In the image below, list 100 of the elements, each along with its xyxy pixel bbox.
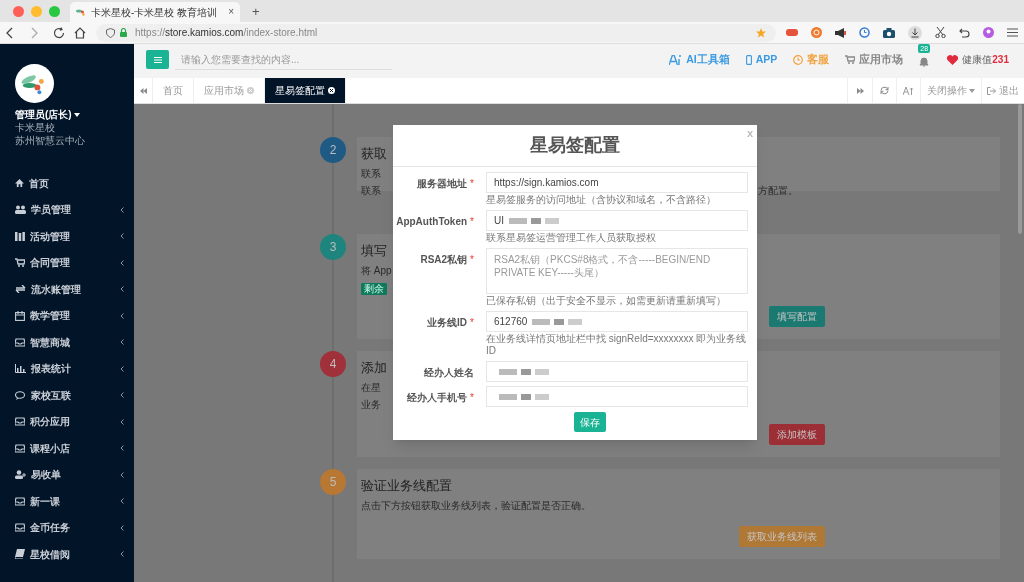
close-circle-icon[interactable] bbox=[328, 87, 335, 94]
sidebar-item[interactable]: 课程小店 bbox=[0, 435, 134, 462]
sidebar-item[interactable]: 易收单 bbox=[0, 461, 134, 488]
sidebar-item[interactable]: 积分应用 bbox=[0, 408, 134, 435]
camera-icon[interactable] bbox=[883, 27, 895, 38]
sidebar-item[interactable]: 首页 bbox=[0, 170, 134, 197]
sidebar-item[interactable]: 报表统计 bbox=[0, 355, 134, 382]
menu-icon[interactable] bbox=[1007, 28, 1018, 37]
field-hint: 联系星易签运营管理工作人员获取授权 bbox=[486, 232, 657, 244]
field-label: 服务器地址 bbox=[417, 177, 468, 191]
new-tab-button[interactable]: + bbox=[252, 4, 260, 18]
sidebar-item[interactable]: 金币任务 bbox=[0, 514, 134, 541]
health-link[interactable]: 健康值231 bbox=[947, 52, 1009, 67]
step-text: 方配置。 bbox=[758, 184, 798, 197]
clock-icon[interactable] bbox=[859, 27, 870, 38]
input-field[interactable] bbox=[486, 386, 748, 407]
menu-icon bbox=[153, 56, 162, 63]
forward-icon[interactable] bbox=[31, 26, 39, 39]
clock-icon bbox=[793, 54, 804, 65]
undo-icon[interactable] bbox=[959, 27, 970, 38]
input-field[interactable]: UI bbox=[486, 210, 748, 231]
tray-icon bbox=[15, 417, 25, 427]
page-tab[interactable]: 星易签配置 bbox=[265, 78, 346, 103]
circle-icon[interactable] bbox=[811, 27, 822, 38]
maximize-window-button[interactable] bbox=[49, 5, 60, 17]
field-label: 经办人手机号 bbox=[407, 391, 468, 405]
heart-icon bbox=[947, 54, 959, 65]
close-window-button[interactable] bbox=[13, 5, 24, 17]
caret-icon bbox=[73, 113, 80, 117]
sidebar-item[interactable]: 学员管理 bbox=[0, 196, 134, 223]
input-field[interactable]: 612760 bbox=[486, 311, 748, 332]
font-size-icon bbox=[903, 86, 914, 95]
home-icon[interactable] bbox=[74, 26, 86, 39]
chat-icon bbox=[15, 390, 26, 400]
sidebar-item[interactable]: 活动管理 bbox=[0, 223, 134, 250]
avatar-icon[interactable] bbox=[983, 27, 994, 38]
input-field[interactable] bbox=[486, 361, 748, 382]
download-icon[interactable] bbox=[908, 25, 922, 40]
step-number: 3 bbox=[320, 234, 346, 260]
sidebar-item[interactable]: 家校互联 bbox=[0, 382, 134, 409]
sidebar-item[interactable]: 流水账管理 bbox=[0, 276, 134, 303]
step-text: 联系 bbox=[361, 167, 381, 180]
field-label: 业务线ID bbox=[427, 316, 468, 330]
url-text: https://store.kamios.com/index-store.html bbox=[135, 26, 318, 40]
bell-icon[interactable] bbox=[919, 56, 930, 67]
calendar-icon bbox=[15, 310, 25, 321]
user-name[interactable]: 管理员(店长) bbox=[15, 109, 72, 121]
sidebar-item[interactable]: 新一课 bbox=[0, 488, 134, 515]
step-title: 获取 bbox=[361, 145, 387, 163]
step-number: 2 bbox=[320, 137, 346, 163]
step-title: 填写 bbox=[361, 242, 387, 260]
step-text: 点击下方按钮获取业务线列表，验证配置是否正确。 bbox=[361, 499, 591, 512]
tray-icon bbox=[15, 337, 25, 347]
lock-icon bbox=[120, 28, 127, 37]
required-mark: * bbox=[470, 177, 474, 191]
ai-icon bbox=[669, 54, 683, 65]
sidebar-item[interactable]: 合同管理 bbox=[0, 249, 134, 276]
input-field[interactable]: https://sign.kamios.com bbox=[486, 172, 748, 193]
sidebar-item[interactable]: 教学管理 bbox=[0, 302, 134, 329]
dialog-title: 星易签配置 bbox=[530, 134, 620, 157]
megaphone-icon[interactable] bbox=[835, 27, 846, 38]
star-icon[interactable] bbox=[756, 27, 766, 38]
double-left-icon bbox=[139, 87, 147, 94]
step-number: 5 bbox=[320, 469, 346, 495]
search-field[interactable]: 请输入您需要查找的内容... bbox=[175, 49, 392, 70]
menu-button[interactable] bbox=[146, 50, 169, 69]
sidebar-item[interactable]: 星校借阅 bbox=[0, 541, 134, 568]
sidebar-item[interactable]: 智慧商城 bbox=[0, 329, 134, 356]
step-button[interactable]: 添加模板 bbox=[769, 424, 825, 445]
browser-tab[interactable]: 卡米星校-卡米星校 教育培训 × bbox=[70, 2, 240, 22]
address-bar[interactable]: https://store.kamios.com/index-store.html bbox=[96, 23, 776, 42]
private-key-field[interactable]: RSA2私钥（PKCS#8格式，不含-----BEGIN/END PRIVATE KEY-----头尾） bbox=[486, 248, 748, 294]
user-icon bbox=[15, 470, 26, 480]
back-icon[interactable] bbox=[5, 26, 13, 39]
tab-title: 卡米星校-卡米星校 教育培训 bbox=[91, 5, 218, 20]
step-title: 添加 bbox=[361, 359, 387, 377]
center-name: 苏州智慧云中心 bbox=[15, 134, 85, 148]
refresh-icon bbox=[880, 86, 889, 95]
reload-icon[interactable] bbox=[53, 26, 65, 39]
columns-icon bbox=[15, 231, 25, 241]
step-title: 验证业务线配置 bbox=[361, 477, 452, 495]
field-hint: 在业务线详情页地址栏中找 signReld=xxxxxxxx 即为业务线ID bbox=[486, 333, 748, 357]
users-icon bbox=[15, 205, 26, 215]
step-number: 4 bbox=[320, 351, 346, 377]
book-icon bbox=[15, 549, 25, 560]
phone-icon bbox=[745, 54, 752, 65]
tray-icon bbox=[15, 496, 25, 506]
shield-icon bbox=[106, 27, 115, 38]
required-mark: * bbox=[470, 391, 474, 405]
scissors-icon[interactable] bbox=[935, 27, 946, 38]
required-mark: * bbox=[470, 215, 474, 229]
cart-icon bbox=[845, 55, 856, 64]
field-label: 经办人姓名 bbox=[424, 366, 474, 380]
home-icon bbox=[15, 179, 24, 188]
field-hint: 星易签服务的访问地址（含协议和域名，不含路径） bbox=[486, 194, 717, 206]
chart-icon bbox=[15, 364, 26, 374]
double-right-icon bbox=[856, 87, 864, 94]
close-tab-button[interactable]: × bbox=[228, 7, 234, 17]
step-text: 业务 bbox=[361, 398, 381, 411]
logo bbox=[15, 64, 54, 103]
